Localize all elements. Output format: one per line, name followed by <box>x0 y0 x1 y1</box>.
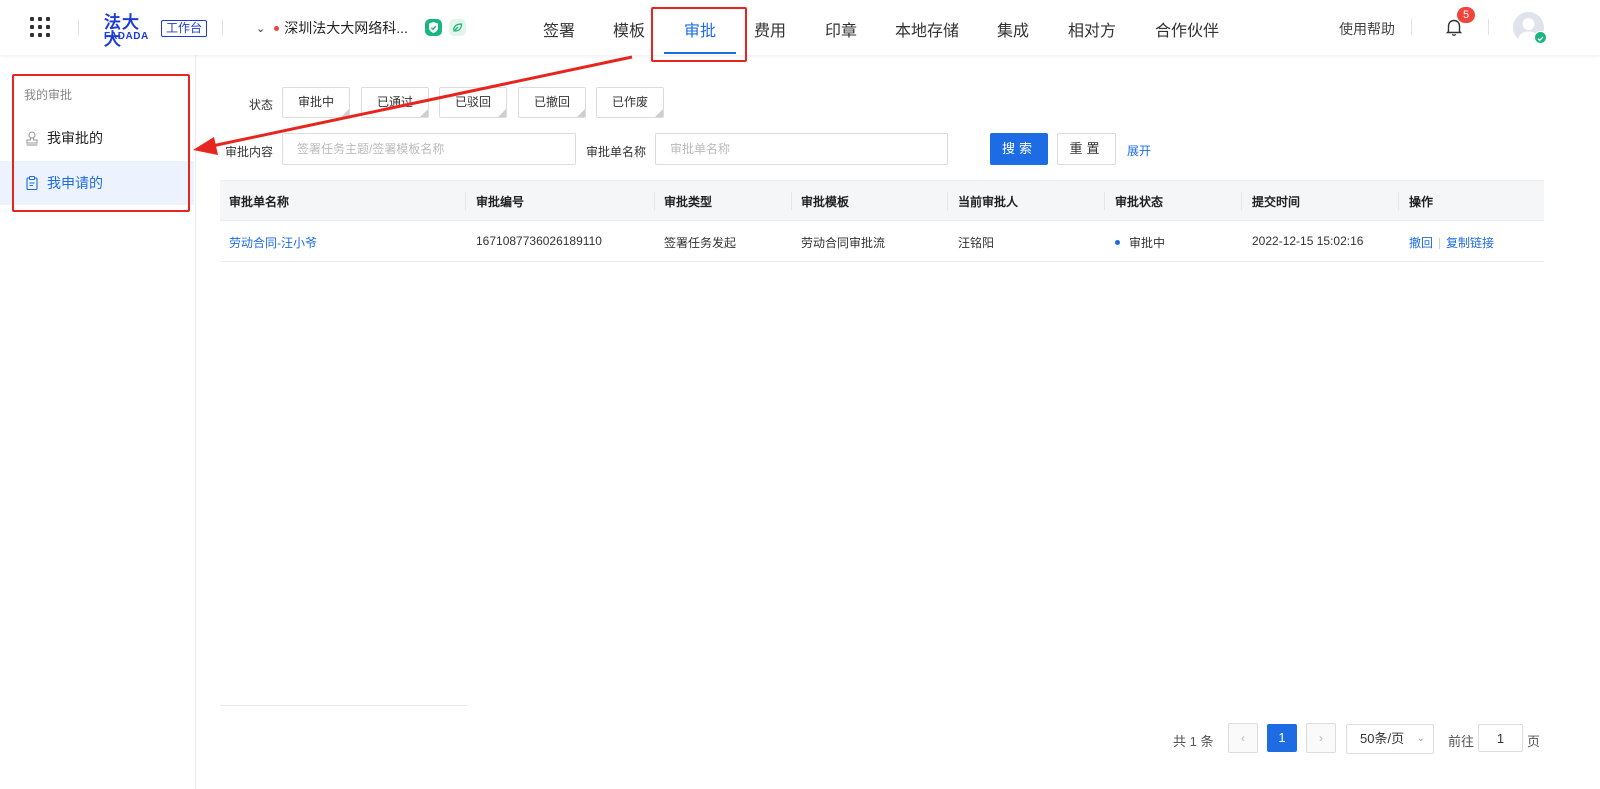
corner-mark <box>498 109 506 117</box>
withdraw-link[interactable]: 撤回 <box>1409 236 1433 250</box>
nav-local-storage[interactable]: 本地存储 <box>895 17 959 41</box>
status-pending-button[interactable]: 审批中 <box>282 87 350 118</box>
status-withdrawn-button[interactable]: 已撤回 <box>518 87 586 118</box>
nav-seal[interactable]: 印章 <box>825 17 857 41</box>
column-divider <box>465 192 466 210</box>
column-header: 审批状态 <box>1115 195 1164 209</box>
content-search-input[interactable] <box>282 133 576 165</box>
annotation-arrow <box>193 55 633 155</box>
nav-sign[interactable]: 签署 <box>543 17 575 41</box>
approval-tab-annotation-box <box>651 7 747 62</box>
verified-check-icon <box>1534 31 1547 44</box>
chevron-down-icon: ⌄ <box>256 22 266 35</box>
status-rejected-button[interactable]: 已驳回 <box>439 87 507 118</box>
nav-counterparty[interactable]: 相对方 <box>1068 17 1116 41</box>
prev-page-button[interactable]: ‹ <box>1228 723 1258 753</box>
divider <box>1411 19 1412 35</box>
table-row: 劳动合同-汪小爷 1671087736026189110 签署任务发起 劳动合同… <box>220 221 1544 262</box>
status-button-label: 审批中 <box>297 95 334 109</box>
column-divider <box>1398 192 1399 210</box>
divider <box>1488 19 1489 35</box>
column-divider <box>1104 192 1105 210</box>
status-dot <box>1115 240 1120 246</box>
notification-badge: 5 <box>1457 7 1475 23</box>
column-header: 审批类型 <box>664 195 713 209</box>
horizontal-scrollbar[interactable] <box>220 705 467 706</box>
sidebar-annotation-box <box>12 74 190 212</box>
org-status-dot <box>274 25 280 31</box>
status-button-label: 已撤回 <box>533 95 570 109</box>
pagination-total: 共 1 条 <box>1173 734 1214 749</box>
chevron-right-icon: › <box>1319 731 1323 745</box>
org-switcher[interactable]: ⌄ 深圳法大大网络科... <box>256 18 408 38</box>
column-header: 提交时间 <box>1252 195 1301 209</box>
corner-mark <box>577 109 585 117</box>
submit-time: 2022-12-15 15:02:16 <box>1252 234 1364 248</box>
help-link[interactable]: 使用帮助 <box>1339 19 1395 39</box>
column-header: 审批编号 <box>476 195 525 209</box>
column-header: 操作 <box>1409 195 1434 209</box>
column-header: 审批模板 <box>801 195 850 209</box>
eco-leaf-icon[interactable] <box>449 19 466 36</box>
status-voided-button[interactable]: 已作废 <box>596 87 664 118</box>
verified-shield-icon[interactable] <box>425 19 442 36</box>
column-divider <box>654 192 655 210</box>
page-size-select[interactable]: 50条/页 ⌄ <box>1346 724 1434 754</box>
approval-status: 审批中 <box>1115 234 1165 251</box>
approval-type: 签署任务发起 <box>664 236 737 250</box>
top-header: 法大大 FADADA 工作台 ⌄ 深圳法大大网络科... 签署 模板 审批 费用… <box>0 0 1600 55</box>
nav-integration[interactable]: 集成 <box>997 17 1029 41</box>
corner-mark <box>341 109 349 117</box>
page-suffix: 页 <box>1527 734 1541 749</box>
nav-template[interactable]: 模板 <box>613 17 645 41</box>
name-filter-label: 审批单名称 <box>586 145 647 159</box>
goto-page-input[interactable] <box>1478 724 1523 752</box>
goto-label: 前往 <box>1448 734 1475 749</box>
table-header: 审批单名称 审批编号 审批类型 审批模板 当前审批人 审批状态 提交时间 操作 <box>220 180 1544 221</box>
copy-link-link[interactable]: 复制链接 <box>1446 236 1494 250</box>
reset-button[interactable]: 重置 <box>1057 133 1116 165</box>
workbench-badge: 工作台 <box>161 20 208 37</box>
org-name: 深圳法大大网络科... <box>284 20 408 36</box>
column-header: 审批单名称 <box>229 195 290 209</box>
corner-mark <box>655 109 663 117</box>
expand-filters-link[interactable]: 展开 <box>1127 142 1151 159</box>
nav-fees[interactable]: 费用 <box>754 17 786 41</box>
status-text: 审批中 <box>1129 236 1166 250</box>
chevron-down-icon: ⌄ <box>1416 733 1425 744</box>
row-actions: 撤回 复制链接 <box>1409 234 1494 251</box>
status-approved-button[interactable]: 已通过 <box>361 87 429 118</box>
nav-partners[interactable]: 合作伙伴 <box>1155 17 1219 41</box>
divider <box>222 19 223 35</box>
column-header: 当前审批人 <box>958 195 1019 209</box>
approval-name-link[interactable]: 劳动合同-汪小爷 <box>229 234 317 251</box>
status-filter-label: 状态 <box>249 98 274 112</box>
fadada-logo[interactable]: 法大大 FADADA <box>104 14 156 48</box>
apps-grid-icon[interactable] <box>30 17 50 37</box>
status-button-label: 已作废 <box>611 95 648 109</box>
page-number-current[interactable]: 1 <box>1267 724 1297 752</box>
chevron-left-icon: ‹ <box>1241 731 1245 745</box>
action-divider <box>1439 238 1441 250</box>
column-divider <box>947 192 948 210</box>
arrow-head <box>193 137 218 155</box>
logo-subtext: FADADA <box>104 31 149 42</box>
name-search-input[interactable] <box>655 133 948 165</box>
corner-mark <box>420 109 428 117</box>
column-divider <box>791 192 792 210</box>
status-button-label: 已驳回 <box>454 95 491 109</box>
approval-template: 劳动合同审批流 <box>801 236 886 250</box>
next-page-button[interactable]: › <box>1306 723 1336 753</box>
column-divider <box>1241 192 1242 210</box>
divider <box>78 19 79 35</box>
status-button-label: 已通过 <box>376 95 413 109</box>
page-size-value: 50条/页 <box>1360 731 1405 746</box>
approval-id: 1671087736026189110 <box>476 234 602 248</box>
content-filter-label: 审批内容 <box>225 145 274 159</box>
current-approver: 汪铭阳 <box>958 236 995 250</box>
search-button[interactable]: 搜索 <box>990 133 1048 165</box>
